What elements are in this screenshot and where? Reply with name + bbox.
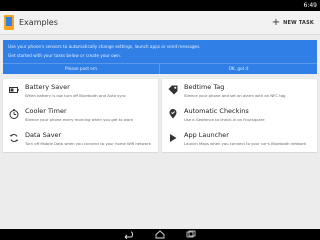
card-title: Battery Saver (25, 83, 70, 91)
card-title: Data Saver (25, 131, 62, 139)
card-title: Bedtime Tag (184, 83, 225, 91)
timer-icon (9, 109, 19, 119)
card-description: Silence your phone and set an alarm with… (184, 93, 286, 98)
card-description: Use a Geofence to check-in on Foursquare (184, 117, 265, 122)
status-bar: 6:49 (0, 0, 320, 17)
card-bedtime-tag[interactable]: Bedtime Tag Silence your phone and set a… (162, 79, 317, 104)
battery-icon (9, 87, 19, 93)
app-logo-icon[interactable] (3, 14, 15, 31)
card-title: Automatic Checkins (184, 107, 249, 115)
sync-icon (9, 134, 19, 142)
card-title: App Launcher (184, 131, 229, 139)
card-description: Launch Maps when you connect to your car… (184, 141, 307, 146)
card-description: When battery is low turn off Bluetooth a… (25, 93, 126, 98)
card-title: Cooler Timer (25, 107, 67, 115)
card-battery-saver[interactable]: Battery Saver When battery is low turn o… (3, 79, 158, 104)
banner-ok-button[interactable]: OK, got it (160, 64, 317, 74)
banner-post-button[interactable]: Please post em (3, 64, 160, 74)
new-task-label: NEW TASK (283, 20, 314, 26)
banner-subtext: Get started with your tasks below or cre… (8, 53, 122, 58)
checkin-icon (169, 109, 177, 119)
action-bar: Examples + NEW TASK (0, 11, 320, 35)
signal-icon (284, 2, 294, 17)
plus-icon: + (271, 17, 281, 28)
home-icon[interactable] (154, 230, 166, 239)
card-automatic-checkins[interactable]: Automatic Checkins Use a Geofence to che… (162, 103, 317, 128)
recent-apps-icon[interactable] (185, 230, 197, 239)
page-title: Examples (19, 18, 58, 27)
status-time: 6:49 (303, 2, 317, 9)
launch-icon (170, 134, 177, 142)
card-cooler-timer[interactable]: Cooler Timer Silence your phone every mo… (3, 103, 158, 128)
navigation-bar (0, 229, 320, 240)
intro-banner: Use your phone's sensors to automaticall… (3, 40, 317, 74)
card-app-launcher[interactable]: App Launcher Launch Maps when you connec… (162, 127, 317, 152)
back-icon[interactable] (122, 230, 134, 239)
card-data-saver[interactable]: Data Saver Turn off Mobile Data when you… (3, 127, 158, 152)
banner-text: Use your phone's sensors to automaticall… (8, 44, 201, 49)
tag-icon (168, 85, 178, 95)
new-task-button[interactable]: + NEW TASK (272, 17, 314, 29)
card-description: Turn off Mobile Data when you connect to… (25, 141, 151, 146)
card-description: Silence your phone every morning when yo… (25, 117, 133, 122)
